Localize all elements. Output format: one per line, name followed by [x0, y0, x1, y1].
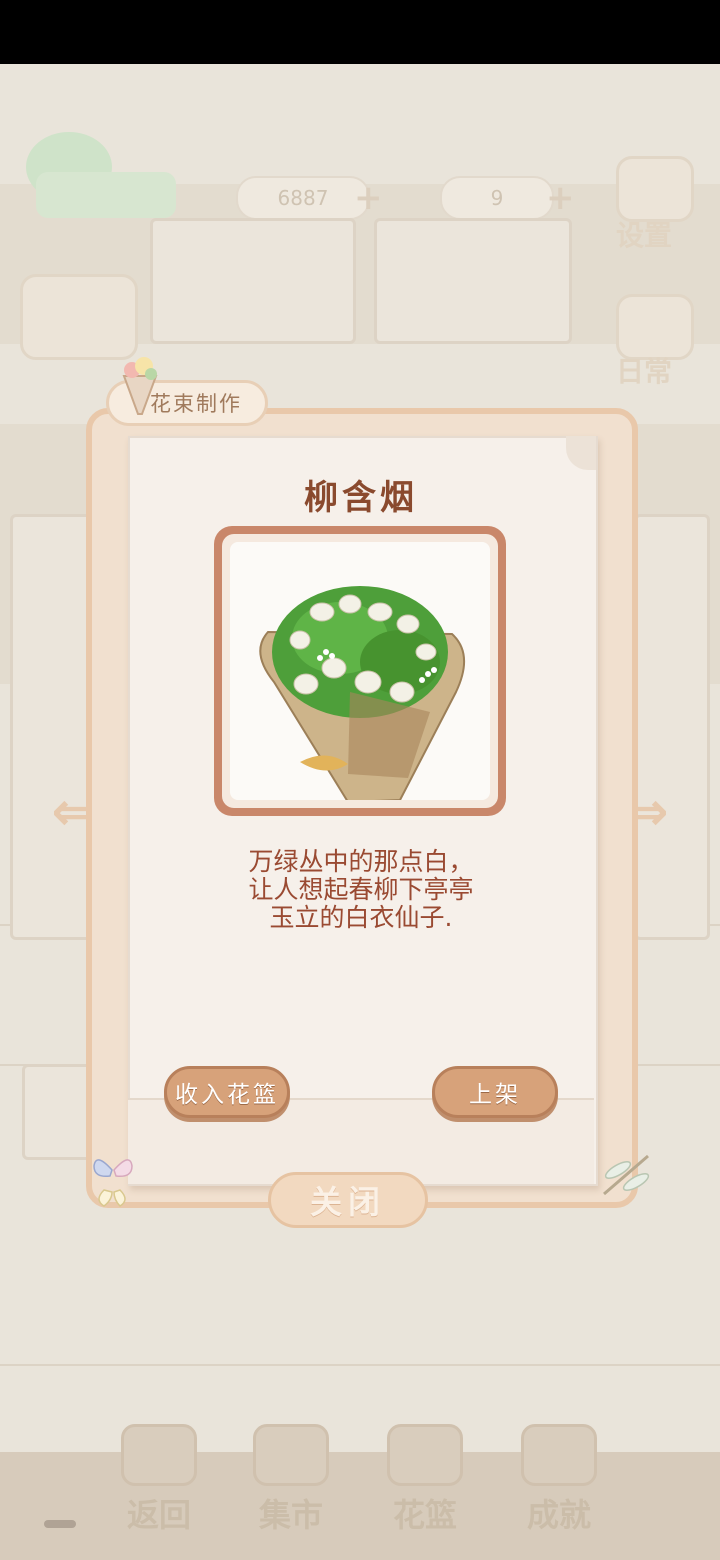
gem-value: 9: [490, 186, 504, 210]
coin-counter: 6887: [236, 176, 370, 220]
store-to-basket-button[interactable]: 收入花篮: [164, 1066, 290, 1118]
bouquet-image: [230, 542, 490, 800]
nav-achievement-label: 成就: [526, 1496, 591, 1534]
market-icon: [253, 1424, 329, 1486]
display-window: [150, 218, 356, 344]
nav-market[interactable]: 集市: [236, 1424, 346, 1536]
return-icon: [121, 1424, 197, 1486]
add-gems-button[interactable]: +: [546, 178, 575, 218]
video-play-icon[interactable]: [20, 274, 138, 360]
level-bar: [36, 172, 176, 218]
settings-label[interactable]: 设置: [616, 214, 672, 254]
add-coins-button[interactable]: +: [354, 178, 383, 218]
home-indicator: [44, 1520, 76, 1528]
bouquet-tab-icon: [122, 357, 158, 415]
put-on-shelf-button[interactable]: 上架: [432, 1066, 558, 1118]
description-line: 玉立的白衣仙子.: [269, 903, 453, 932]
dragonfly-icon: [603, 1154, 650, 1196]
close-button[interactable]: 关闭: [268, 1172, 428, 1228]
coin-value: 6887: [277, 186, 329, 210]
gem-counter: 9: [440, 176, 554, 220]
side-cabinet: [634, 514, 710, 940]
nav-basket-label: 花篮: [392, 1496, 457, 1534]
nav-achievement[interactable]: 成就: [504, 1424, 614, 1536]
basket-icon: [387, 1424, 463, 1486]
bouquet-description: 万绿丛中的那点白， 让人想起春柳下亭亭 玉立的白衣仙子.: [128, 848, 594, 932]
nav-return-label: 返回: [126, 1496, 191, 1534]
wall-line: [0, 1364, 720, 1366]
nav-market-label: 集市: [258, 1496, 323, 1534]
butterfly-icon: [93, 1159, 133, 1207]
nav-return[interactable]: 返回: [104, 1424, 214, 1536]
achievement-icon: [521, 1424, 597, 1486]
bouquet-picture-frame: [214, 526, 506, 816]
daily-label[interactable]: 日常: [616, 350, 672, 390]
description-line: 万绿丛中的那点白，: [248, 847, 474, 876]
description-line: 让人想起春柳下亭亭: [248, 875, 474, 904]
bouquet-title: 柳含烟: [304, 478, 418, 518]
nav-basket[interactable]: 花篮: [370, 1424, 480, 1536]
display-window: [374, 218, 572, 344]
bouquet-icon: [259, 586, 466, 800]
status-bar: [0, 0, 720, 64]
side-cabinet: [10, 514, 96, 940]
settings-gear-icon[interactable]: [616, 156, 694, 222]
